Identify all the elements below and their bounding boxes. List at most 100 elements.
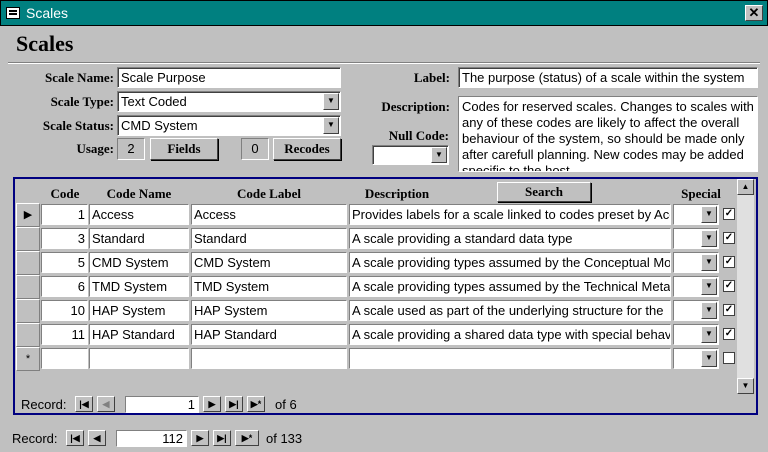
- code-label-cell[interactable]: CMD System: [191, 252, 347, 273]
- special-dropdown-icon[interactable]: ▼: [701, 278, 717, 295]
- special-select[interactable]: ▼: [673, 300, 719, 321]
- description-cell[interactable]: Provides labels for a scale linked to co…: [349, 204, 671, 225]
- col-header-description: Description: [364, 186, 430, 201]
- main-first-record-icon[interactable]: |◀: [66, 430, 84, 446]
- description-cell[interactable]: A scale used as part of the underlying s…: [349, 300, 671, 321]
- main-record-number[interactable]: 112: [116, 430, 187, 447]
- usage-count: 2: [117, 138, 145, 160]
- scroll-up-icon[interactable]: ▲: [737, 179, 754, 195]
- main-nav-bar: Record: |◀ ◀ 112 ▶ ▶| ▶* of 133: [0, 428, 768, 448]
- usage-label: Usage:: [76, 141, 114, 156]
- main-next-record-icon[interactable]: ▶: [191, 430, 209, 446]
- scale-name-field[interactable]: Scale Purpose: [117, 67, 341, 88]
- code-cell[interactable]: 3: [41, 228, 88, 249]
- codes-subform: Code Code Name Code Label Description Se…: [13, 177, 758, 415]
- subform-record-label: Record:: [21, 397, 67, 412]
- new-record-selector[interactable]: *: [16, 347, 40, 371]
- last-record-icon[interactable]: ▶|: [225, 396, 243, 412]
- special-checkbox[interactable]: ✓: [723, 328, 735, 340]
- special-checkbox[interactable]: ✓: [723, 280, 735, 292]
- code-cell[interactable]: 1: [41, 204, 88, 225]
- null-code-dropdown-icon[interactable]: ▼: [431, 147, 447, 163]
- special-dropdown-icon[interactable]: ▼: [701, 326, 717, 343]
- new-description-cell[interactable]: [349, 348, 671, 369]
- special-checkbox[interactable]: ✓: [723, 208, 735, 220]
- recodes-button[interactable]: Recodes: [273, 138, 341, 160]
- main-last-record-icon[interactable]: ▶|: [213, 430, 231, 446]
- code-cell[interactable]: 11: [41, 324, 88, 345]
- description-cell[interactable]: A scale providing a standard data type: [349, 228, 671, 249]
- main-prev-record-icon[interactable]: ◀: [88, 430, 106, 446]
- window-title: Scales: [26, 5, 69, 21]
- special-checkbox[interactable]: ✓: [723, 304, 735, 316]
- record-selector[interactable]: [16, 299, 40, 323]
- new-code-name-cell[interactable]: [89, 348, 189, 369]
- record-selector[interactable]: [16, 323, 40, 347]
- special-dropdown-icon[interactable]: ▼: [701, 302, 717, 319]
- null-code-select[interactable]: ▼: [372, 145, 449, 165]
- code-label-cell[interactable]: HAP System: [191, 300, 347, 321]
- special-select[interactable]: ▼: [673, 252, 719, 273]
- code-name-cell[interactable]: CMD System: [89, 252, 189, 273]
- special-checkbox[interactable]: ✓: [723, 232, 735, 244]
- label-field[interactable]: The purpose (status) of a scale within t…: [458, 67, 758, 88]
- description-cell[interactable]: A scale providing a shared data type wit…: [349, 324, 671, 345]
- description-cell[interactable]: A scale providing types assumed by the C…: [349, 252, 671, 273]
- record-selector[interactable]: ▶: [16, 203, 40, 227]
- scale-status-select[interactable]: CMD System ▼: [117, 115, 341, 136]
- special-select[interactable]: ▼: [673, 324, 719, 345]
- record-selector[interactable]: [16, 251, 40, 275]
- special-checkbox[interactable]: ✓: [723, 256, 735, 268]
- special-select[interactable]: ▼: [673, 276, 719, 297]
- first-record-icon[interactable]: |◀: [75, 396, 93, 412]
- page-title: Scales: [16, 31, 74, 56]
- code-name-cell[interactable]: Access: [89, 204, 189, 225]
- special-dropdown-icon[interactable]: ▼: [701, 254, 717, 271]
- description-field[interactable]: Codes for reserved scales. Changes to sc…: [458, 96, 758, 172]
- special-dropdown-icon[interactable]: ▼: [701, 206, 717, 223]
- subform-nav-bar: Record: |◀ ◀ 1 ▶ ▶| ▶* of 6: [15, 395, 756, 413]
- new-special-select[interactable]: ▼: [673, 348, 719, 369]
- code-name-cell[interactable]: HAP Standard: [89, 324, 189, 345]
- new-record-icon[interactable]: ▶*: [247, 396, 265, 412]
- close-button[interactable]: ✕: [745, 5, 763, 21]
- prev-record-icon[interactable]: ◀: [97, 396, 115, 412]
- col-header-code-name: Code Name: [106, 186, 172, 201]
- code-cell[interactable]: 6: [41, 276, 88, 297]
- code-name-cell[interactable]: Standard: [89, 228, 189, 249]
- record-selector[interactable]: [16, 227, 40, 251]
- code-cell[interactable]: 10: [41, 300, 88, 321]
- fields-button[interactable]: Fields: [150, 138, 218, 160]
- scale-status-dropdown-icon[interactable]: ▼: [323, 117, 339, 134]
- code-name-cell[interactable]: HAP System: [89, 300, 189, 321]
- subform-record-number[interactable]: 1: [125, 396, 199, 413]
- new-code-cell[interactable]: [41, 348, 88, 369]
- main-new-record-icon[interactable]: ▶*: [235, 430, 259, 446]
- scale-type-select[interactable]: Text Coded ▼: [117, 91, 341, 112]
- scale-type-value: Text Coded: [121, 94, 187, 109]
- code-label-cell[interactable]: TMD System: [191, 276, 347, 297]
- special-select[interactable]: ▼: [673, 204, 719, 225]
- code-label-cell[interactable]: Standard: [191, 228, 347, 249]
- new-special-dropdown-icon[interactable]: ▼: [701, 350, 717, 367]
- search-button[interactable]: Search: [497, 182, 591, 202]
- description-cell[interactable]: A scale providing types assumed by the T…: [349, 276, 671, 297]
- special-dropdown-icon[interactable]: ▼: [701, 230, 717, 247]
- recodes-count: 0: [241, 138, 269, 160]
- code-cell[interactable]: 5: [41, 252, 88, 273]
- label-field-label: Label:: [413, 70, 450, 85]
- main-record-count: of 133: [266, 431, 303, 446]
- next-record-icon[interactable]: ▶: [203, 396, 221, 412]
- special-select[interactable]: ▼: [673, 228, 719, 249]
- code-label-cell[interactable]: Access: [191, 204, 347, 225]
- record-selector[interactable]: [16, 275, 40, 299]
- subform-record-count: of 6: [275, 397, 297, 412]
- scroll-down-icon[interactable]: ▼: [737, 378, 754, 394]
- scale-type-dropdown-icon[interactable]: ▼: [323, 93, 339, 110]
- vertical-scrollbar[interactable]: ▲ ▼: [737, 179, 754, 394]
- new-code-label-cell[interactable]: [191, 348, 347, 369]
- new-special-checkbox[interactable]: [723, 352, 735, 364]
- code-name-cell[interactable]: TMD System: [89, 276, 189, 297]
- code-label-cell[interactable]: HAP Standard: [191, 324, 347, 345]
- form-icon: [6, 7, 20, 19]
